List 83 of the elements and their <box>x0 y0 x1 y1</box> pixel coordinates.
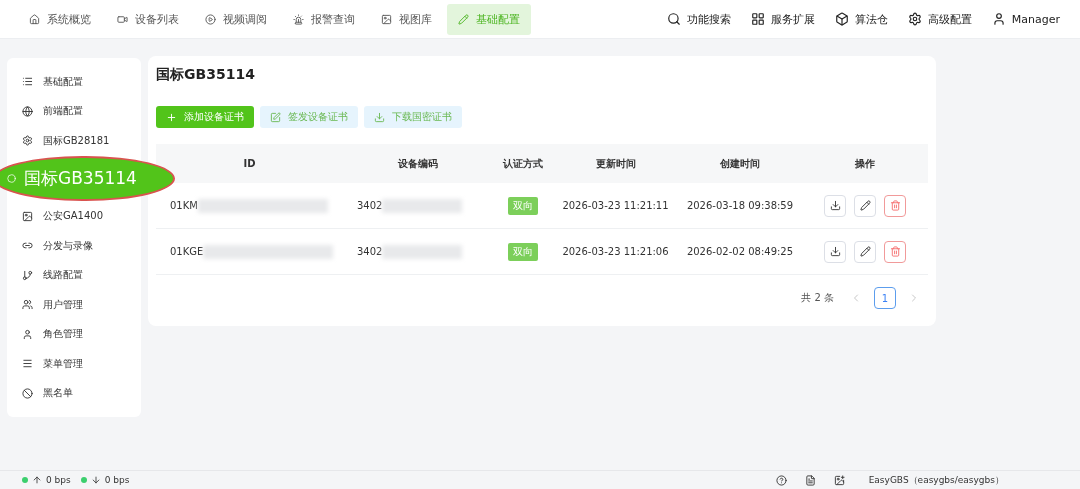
sidebar-item[interactable]: 公安GA1400 <box>7 201 141 231</box>
device-code-text: 3402 <box>357 200 383 211</box>
settings-icon <box>22 135 33 147</box>
sidebar-item[interactable]: 分发与录像 <box>7 230 141 261</box>
nav-tab[interactable]: 视图库 <box>370 3 443 35</box>
sidebar-item[interactable]: 用户管理 <box>7 289 141 320</box>
sidebar-item[interactable]: 线路配置 <box>7 260 141 290</box>
column-header: 设备编码 <box>343 144 492 183</box>
image-icon[interactable] <box>833 474 845 486</box>
column-header: 更新时间 <box>553 144 678 183</box>
sidebar-item[interactable]: 前端配置 <box>7 96 141 127</box>
grid-icon <box>750 12 765 26</box>
sidebar-item[interactable]: 角色管理 <box>7 319 141 349</box>
column-header: ID <box>156 144 343 183</box>
pencil-icon <box>859 246 871 257</box>
ban-icon <box>22 387 33 399</box>
toolbar-link[interactable]: 服务扩展 <box>750 11 815 27</box>
download-rate: 0 bps <box>104 475 130 485</box>
toolbar-link[interactable]: 功能搜索 <box>666 11 731 27</box>
auth-tag: 双向 <box>507 196 538 215</box>
globe-icon <box>22 105 33 117</box>
status-dot <box>22 477 28 483</box>
list-icon <box>22 76 33 88</box>
total-count: 共 2 条 <box>801 291 834 305</box>
settings-icon <box>907 12 922 26</box>
page-title: 国标GB35114 <box>156 66 256 84</box>
page-button[interactable]: 1 <box>874 287 896 309</box>
search-icon <box>666 12 681 26</box>
edit-button[interactable] <box>854 194 876 217</box>
status-dot <box>80 477 87 483</box>
download-icon <box>829 200 841 211</box>
id-text: 01KGE <box>170 246 204 257</box>
upload-rate: 0 bps <box>46 475 71 485</box>
plus-icon <box>166 111 177 123</box>
nav-tab[interactable]: 系统概览 <box>18 3 102 35</box>
user-icon <box>991 12 1006 26</box>
document-icon[interactable] <box>804 474 816 486</box>
download-button[interactable] <box>824 240 846 263</box>
users-icon <box>22 299 33 311</box>
sidebar-item[interactable]: 菜单管理 <box>7 348 141 379</box>
branch-icon <box>22 269 33 281</box>
menu-icon <box>22 358 33 370</box>
column-header: 认证方式 <box>492 144 553 183</box>
toolbar-link[interactable]: Manager <box>991 12 1060 26</box>
account-text: EasyGBS（easygbs/easygbs） <box>868 473 1004 487</box>
help-icon[interactable] <box>775 474 787 486</box>
sidebar-item[interactable]: 国标GB28181 <box>7 126 141 156</box>
arrow-up-icon <box>32 475 42 485</box>
edit-icon <box>270 111 281 123</box>
nav-tab[interactable]: 报警查询 <box>282 3 366 35</box>
circle-icon <box>7 173 16 183</box>
download-icon <box>374 111 385 123</box>
table-cell: 2026-03-18 09:38:59 <box>686 200 794 211</box>
pencil-icon <box>458 13 469 25</box>
table-cell: 2026-03-23 11:21:06 <box>562 246 669 257</box>
trash-icon <box>889 246 901 257</box>
toolbar-link[interactable]: 高级配置 <box>907 11 972 27</box>
table-cell: 2026-02-02 08:49:25 <box>686 246 794 257</box>
home-icon <box>29 13 40 25</box>
siren-icon <box>293 13 304 25</box>
user-icon <box>22 328 33 340</box>
play-icon <box>205 13 216 25</box>
sidebar-item[interactable]: 基础配置 <box>7 67 141 97</box>
arrow-down-icon <box>90 475 101 485</box>
download-icon <box>829 246 841 257</box>
trash-icon <box>889 200 901 211</box>
download-button[interactable] <box>824 194 846 217</box>
nav-tab[interactable]: 视频调阅 <box>194 3 278 35</box>
column-header: 创建时间 <box>678 144 802 183</box>
column-header: 操作 <box>802 144 928 183</box>
device-code-text: 3402 <box>357 246 383 257</box>
toolbar-link[interactable]: 算法仓 <box>834 11 888 27</box>
box-icon <box>834 12 849 26</box>
table-cell: 2026-03-23 11:21:11 <box>562 200 669 211</box>
image-icon <box>381 13 392 25</box>
id-text: 01KM <box>170 200 198 211</box>
pencil-icon <box>859 200 871 211</box>
camera-icon <box>117 13 128 25</box>
edit-button[interactable] <box>854 240 876 263</box>
image-icon <box>22 210 33 222</box>
sidebar-item[interactable]: 黑名单 <box>7 378 141 408</box>
nav-tab[interactable]: 设备列表 <box>106 3 190 35</box>
auth-tag: 双向 <box>507 242 538 261</box>
